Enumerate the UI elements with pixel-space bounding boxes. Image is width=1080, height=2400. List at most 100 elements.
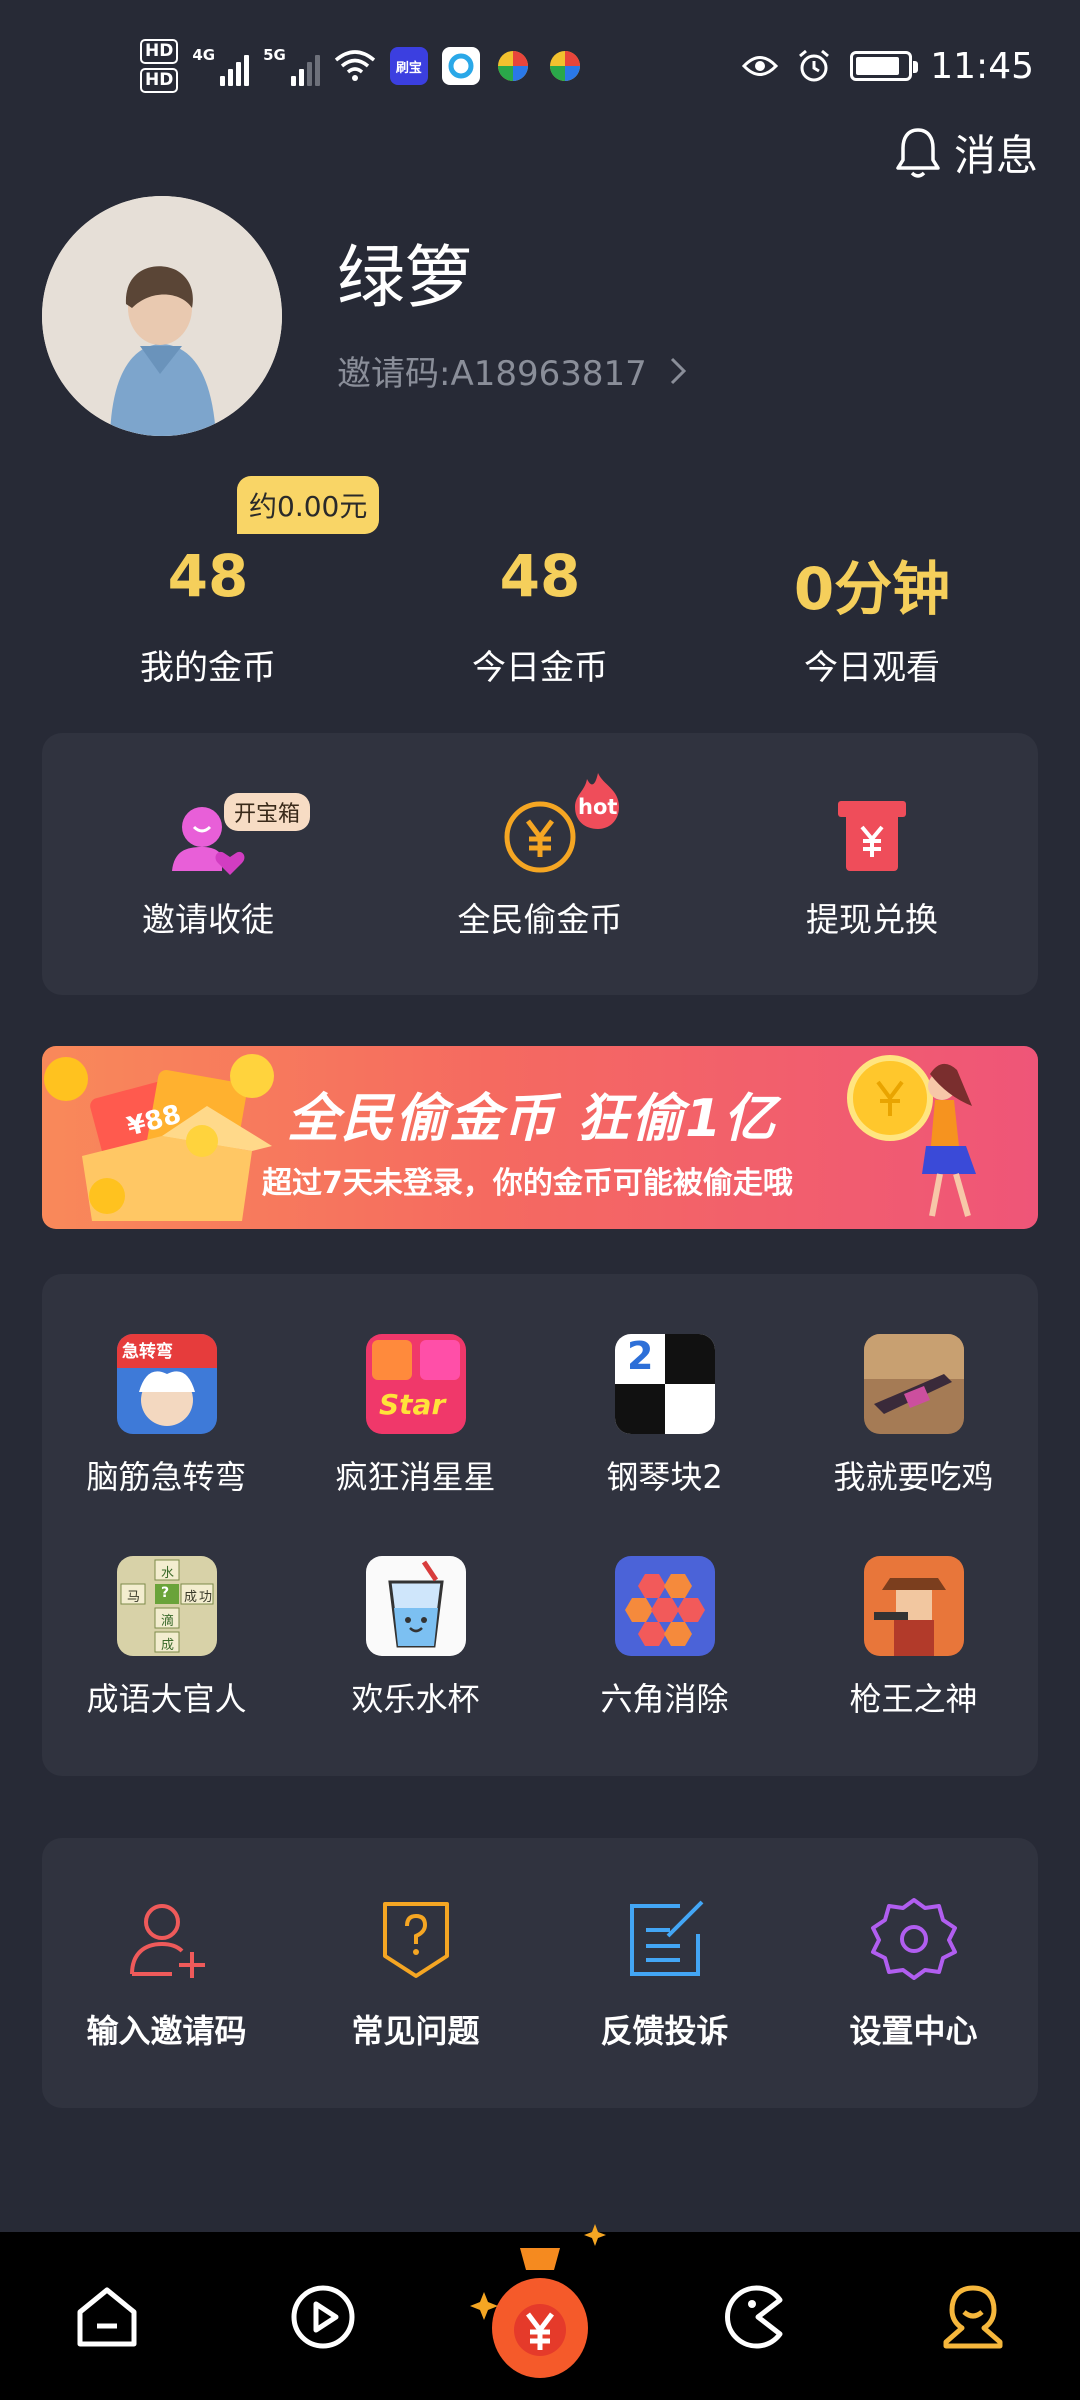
actions-card: 开宝箱 邀请收徒 hot 全民偷金币 提现兑换 <box>42 733 1038 995</box>
battery-icon <box>850 51 919 81</box>
net2-label: 5G <box>263 46 286 64</box>
game-label: 枪王之神 <box>849 1680 978 1718</box>
game-happy-cup[interactable]: 欢乐水杯 <box>291 1496 540 1718</box>
enter-invite-code-button[interactable]: 输入邀请码 <box>42 1838 291 2108</box>
clock: 11:45 <box>930 45 1034 87</box>
game-chicken-dinner[interactable]: 我就要吃鸡 <box>789 1274 1038 1496</box>
games-card: 急转弯 脑筋急转弯 Star 疯狂消星星 2 钢琴块2 我就要吃鸡 水 马 ? … <box>42 1274 1038 1776</box>
idiom-char: 成 <box>184 1590 198 1605</box>
game-piano-tiles[interactable]: 2 钢琴块2 <box>540 1274 789 1496</box>
game-label: 脑筋急转弯 <box>86 1458 247 1496</box>
stats-row: 48 我的金币 48 今日金币 0分钟 今日观看 约0.00元 <box>42 470 1038 700</box>
shuabao-badge-text: 刷宝 <box>395 60 422 76</box>
banner-title: 全民偷金币 狂偷1亿 <box>287 1089 778 1149</box>
net1-label: 4G <box>192 46 216 64</box>
invite-disciples-button[interactable]: 开宝箱 邀请收徒 <box>42 733 374 995</box>
coin-value-badge: 约0.00元 <box>237 476 380 534</box>
withdraw-button[interactable]: 提现兑换 <box>706 733 1038 995</box>
video-icon[interactable] <box>288 2282 358 2352</box>
signal-4g-icon: 4G <box>192 46 250 86</box>
stat-value: 48 <box>499 542 581 610</box>
tool-label: 常见问题 <box>351 2012 480 2050</box>
stat-value: 0分钟 <box>793 555 951 623</box>
game-label: 疯狂消星星 <box>335 1458 496 1496</box>
idiom-char: ? <box>161 1585 170 1601</box>
chevron-right-icon <box>670 357 686 384</box>
status-bar-right: 11:45 <box>742 34 1034 98</box>
happy-cup-icon <box>366 1556 466 1656</box>
tools-card: 输入邀请码 常见问题 反馈投诉 设置中心 <box>42 1838 1038 2108</box>
stat-label: 今日观看 <box>804 648 940 688</box>
idiom-char: 功 <box>199 1590 213 1605</box>
idiom-char: 水 <box>161 1566 175 1581</box>
signal-5g-icon: 5G <box>263 46 320 86</box>
idiom-char: 成 <box>161 1638 175 1653</box>
ball-app-icon-2 <box>546 47 584 85</box>
game-label: 六角消除 <box>600 1680 729 1718</box>
shuabao-app-icon: 刷宝 <box>389 47 428 85</box>
invite-code-text: 邀请码:A18963817 <box>337 354 647 394</box>
treasure-box-badge: 开宝箱 <box>224 793 311 831</box>
banner-subtitle: 超过7天未登录，你的金币可能被偷走哦 <box>262 1166 793 1201</box>
bottom-nav <box>0 2224 1080 2400</box>
tool-label: 反馈投诉 <box>600 2012 729 2050</box>
tool-label: 输入邀请码 <box>86 2012 247 2050</box>
stat-label: 我的金币 <box>140 648 276 688</box>
game-label: 我就要吃鸡 <box>833 1458 994 1496</box>
hd2-icon: HD <box>140 68 179 93</box>
question-shield-icon <box>383 1902 449 1978</box>
action-label: 邀请收徒 <box>142 900 274 939</box>
hd-indicators: HD HD <box>140 39 179 93</box>
hot-badge-text: hot <box>578 795 618 819</box>
gun-king-icon <box>864 1556 964 1656</box>
messages-label: 消息 <box>953 131 1038 180</box>
edit-note-icon <box>630 1900 704 1976</box>
action-label: 提现兑换 <box>806 900 938 939</box>
brain-teaser-icon-text: 急转弯 <box>122 1342 173 1362</box>
faq-button[interactable]: 常见问题 <box>291 1838 540 2108</box>
game-crazy-stars[interactable]: Star 疯狂消星星 <box>291 1274 540 1496</box>
hd1-icon: HD <box>140 39 179 64</box>
avatar[interactable] <box>42 196 282 436</box>
feedback-button[interactable]: 反馈投诉 <box>540 1838 789 2108</box>
stat-value: 48 <box>167 542 249 610</box>
piano-tiles-icon-text: 2 <box>627 1334 654 1378</box>
messages-button[interactable]: 消息 <box>894 122 1038 183</box>
game-idiom-master[interactable]: 水 马 ? 成 功 滴 成 成语大官人 <box>42 1496 291 1718</box>
stat-label: 今日金币 <box>472 648 608 688</box>
game-icon[interactable] <box>722 2282 792 2352</box>
action-label: 全民偷金币 <box>457 900 623 939</box>
invite-code-link[interactable]: 邀请码:A18963817 <box>337 346 687 395</box>
status-bar-left: HD HD 4G 5G 刷宝 <box>140 34 584 98</box>
withdraw-icon <box>838 801 906 871</box>
hexagon-icon <box>615 1556 715 1656</box>
chicken-dinner-icon <box>864 1334 964 1434</box>
game-label: 欢乐水杯 <box>351 1680 480 1718</box>
game-label: 钢琴块2 <box>606 1458 723 1496</box>
idiom-char: 滴 <box>161 1614 175 1629</box>
steal-coins-button[interactable]: hot 全民偷金币 <box>374 733 706 995</box>
profile-icon[interactable] <box>938 2282 1008 2352</box>
game-hexagon-eliminate[interactable]: 六角消除 <box>540 1496 789 1718</box>
eye-icon <box>742 56 779 76</box>
settings-button[interactable]: 设置中心 <box>789 1838 1038 2108</box>
bell-icon <box>896 127 940 178</box>
browser-app-icon <box>441 47 480 85</box>
game-gun-king[interactable]: 枪王之神 <box>789 1496 1038 1718</box>
crazy-stars-icon-text: Star <box>379 1388 446 1421</box>
home-icon[interactable] <box>72 2282 142 2352</box>
wifi-icon <box>334 50 375 81</box>
ball-app-icon <box>494 47 532 85</box>
gear-icon <box>871 1898 957 1980</box>
status-bar: HD HD 4G 5G 刷宝 11:45 <box>0 0 1080 130</box>
idiom-char: 马 <box>127 1590 141 1605</box>
alarm-icon <box>799 49 830 82</box>
game-brain-teaser[interactable]: 急转弯 脑筋急转弯 <box>42 1274 291 1496</box>
nickname: 绿箩 <box>337 239 474 318</box>
tool-label: 设置中心 <box>849 2012 978 2050</box>
money-bag-icon[interactable] <box>462 2218 618 2388</box>
steal-coins-banner[interactable]: ¥88 全民偷金币 狂偷1亿 超过7天未登录，你的金币可能被偷走哦 <box>42 1046 1038 1229</box>
avatar-image <box>42 196 282 436</box>
add-user-icon <box>130 1904 205 1978</box>
game-label: 成语大官人 <box>86 1680 247 1718</box>
